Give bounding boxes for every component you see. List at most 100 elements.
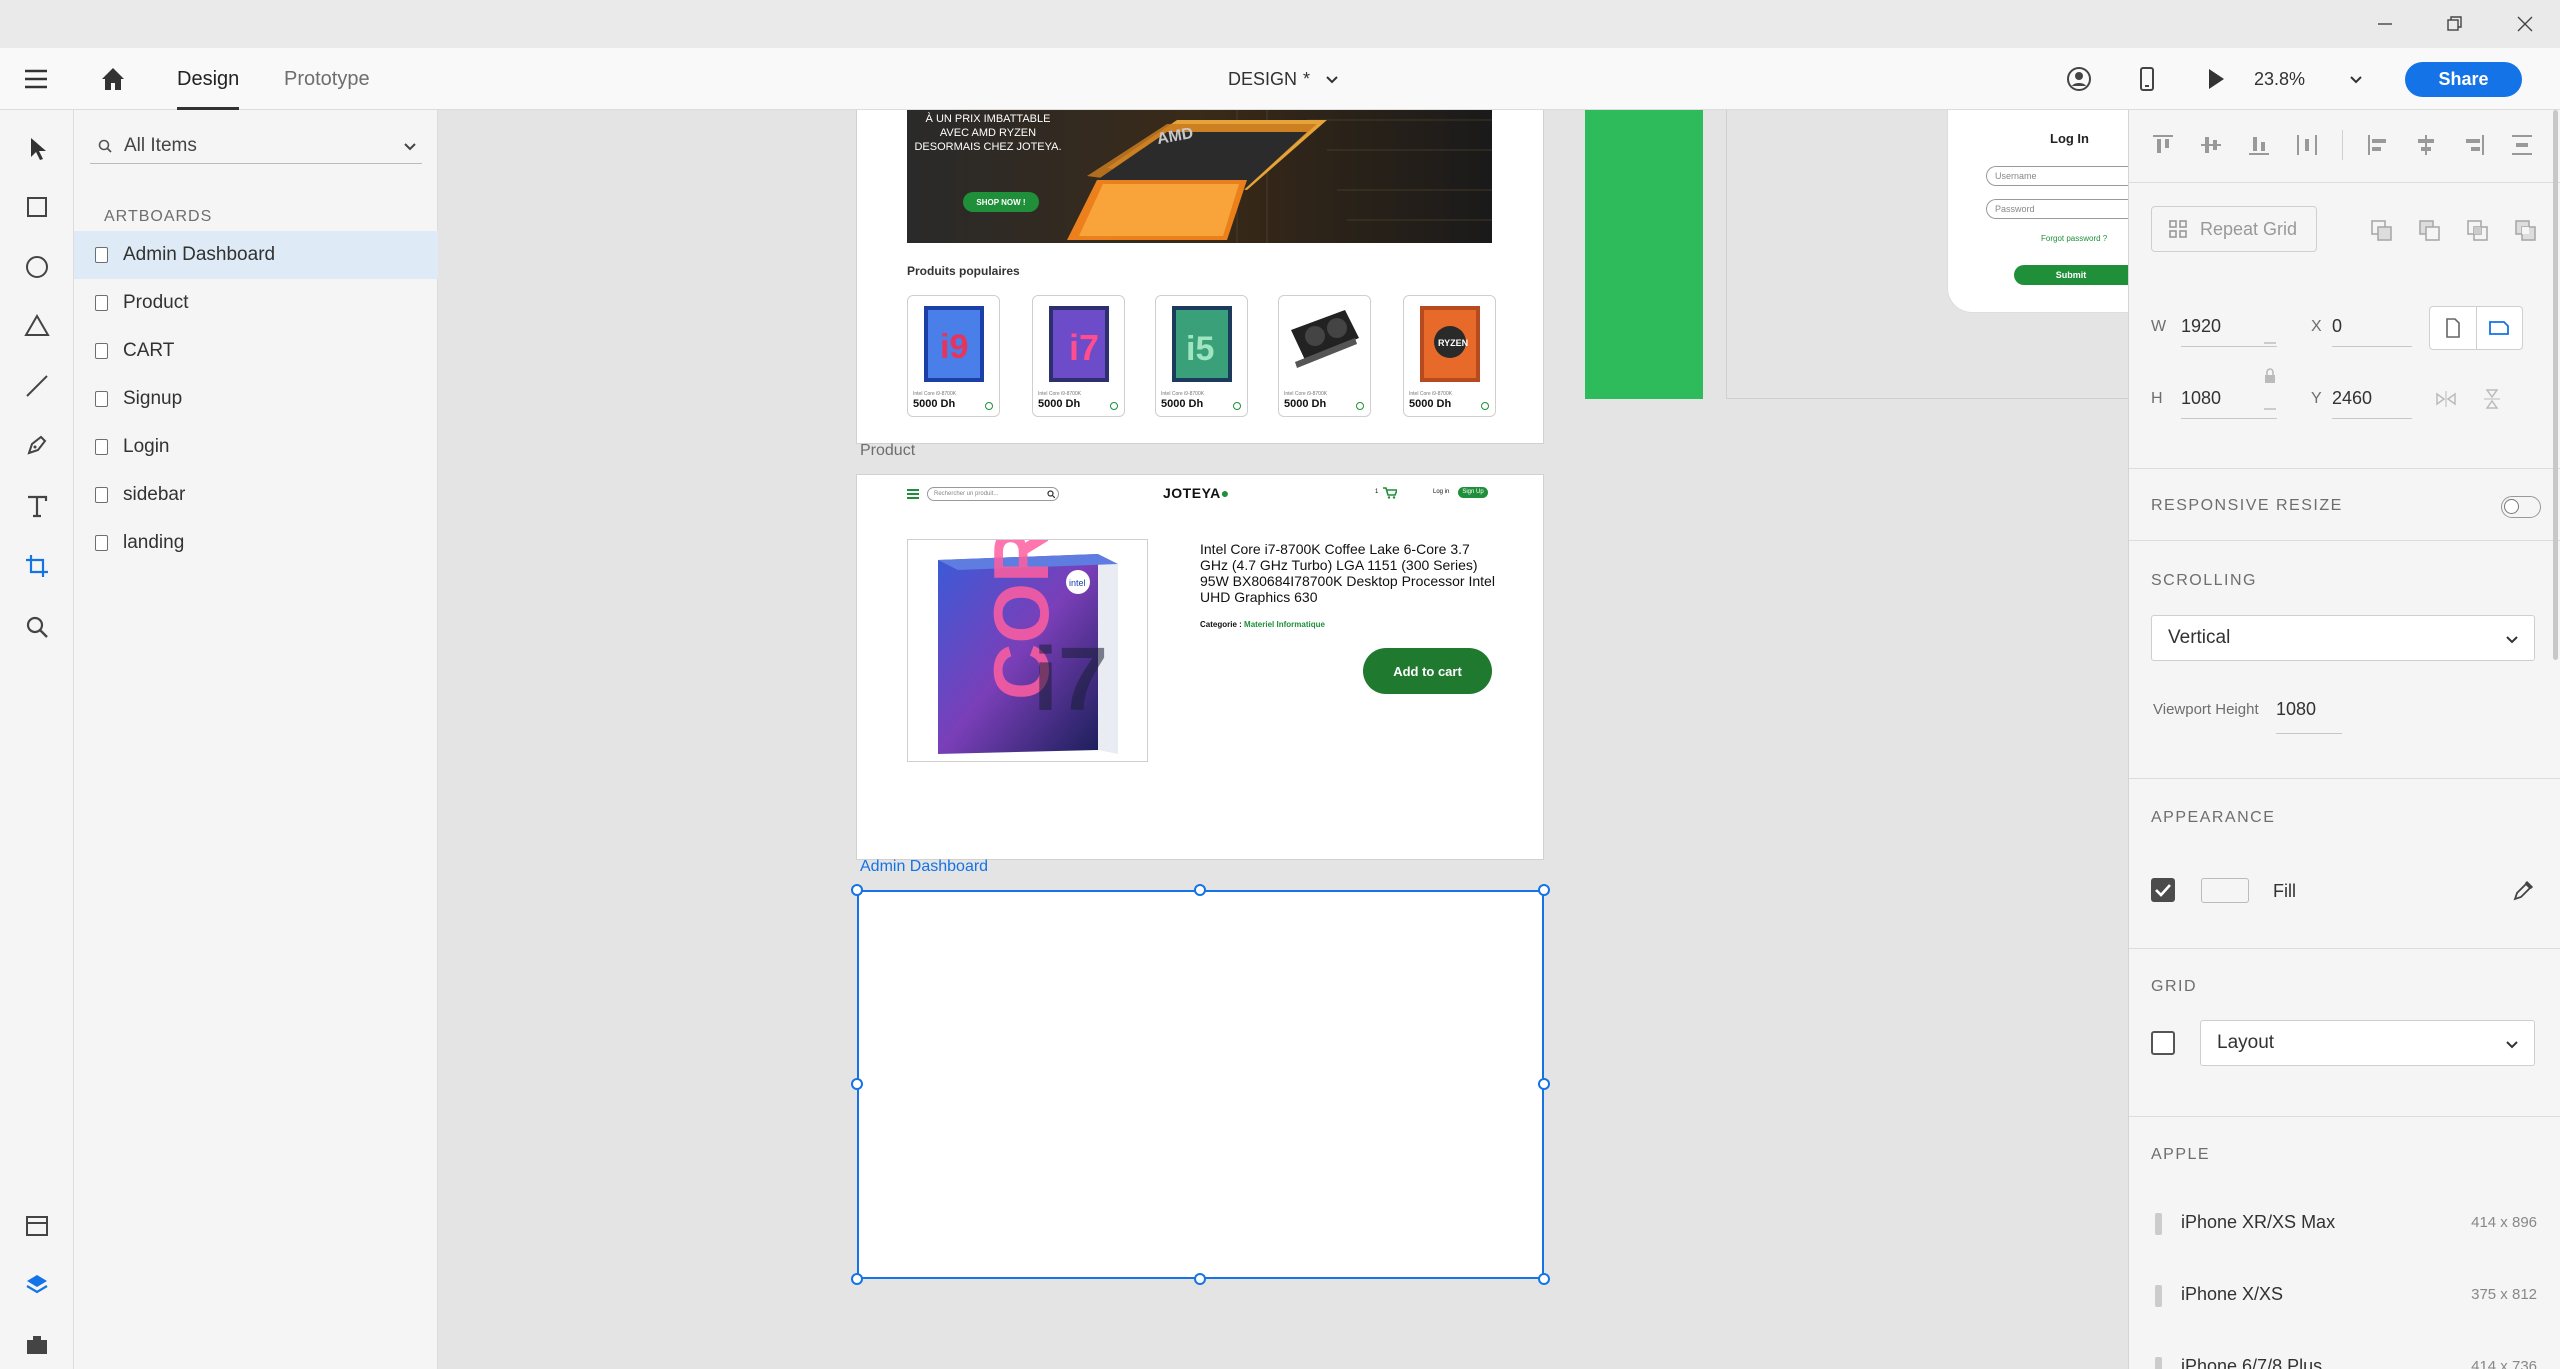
document-title-menu[interactable]: DESIGN * [1228, 48, 1340, 110]
share-button[interactable]: Share [2405, 62, 2522, 97]
orientation-toggle[interactable] [2429, 306, 2523, 350]
submit-button[interactable]: Submit [2014, 265, 2128, 285]
resize-handle-top-right[interactable] [1538, 884, 1550, 896]
home-icon[interactable] [98, 64, 128, 94]
boolean-add-icon[interactable] [2369, 218, 2395, 244]
add-icon[interactable] [1233, 402, 1241, 410]
fill-checkbox[interactable] [2151, 878, 2175, 902]
device-preview-icon[interactable] [2132, 64, 2162, 94]
device-preset-item[interactable]: iPhone X/XS 375 x 812 [2129, 1259, 2560, 1331]
fill-color-swatch[interactable] [2201, 878, 2249, 903]
product-card[interactable]: i5 Intel Core i9-8700K 5000 Dh [1155, 295, 1248, 417]
username-input[interactable]: Username [1986, 166, 2128, 186]
layer-item-landing[interactable]: landing [74, 519, 438, 567]
resize-handle-bottom-right[interactable] [1538, 1273, 1550, 1285]
layer-item-signup[interactable]: Signup [74, 375, 438, 423]
align-bottom-icon[interactable] [2246, 132, 2272, 158]
boolean-intersect-icon[interactable] [2465, 218, 2491, 244]
password-input[interactable]: Password [1986, 199, 2128, 219]
assets-panel-button[interactable] [17, 1206, 57, 1246]
text-tool[interactable] [17, 486, 57, 526]
artboard-product[interactable]: Rechercher un produit... JOTEYA● 1 Log i… [857, 475, 1543, 859]
artboard-admin-dashboard[interactable] [857, 890, 1544, 1279]
align-right-icon[interactable] [2461, 132, 2487, 158]
y-input[interactable]: 2460 [2332, 388, 2404, 409]
add-icon[interactable] [985, 402, 993, 410]
play-preview-icon[interactable] [2200, 64, 2230, 94]
product-card[interactable]: RYZEN Intel Core i9-8700K 5000 Dh [1403, 295, 1496, 417]
minimize-button[interactable] [2350, 0, 2420, 48]
resize-handle-left[interactable] [851, 1078, 863, 1090]
rectangle-tool[interactable] [17, 187, 57, 227]
align-top-icon[interactable] [2150, 132, 2176, 158]
align-left-icon[interactable] [2365, 132, 2391, 158]
grid-type-dropdown[interactable]: Layout [2200, 1020, 2535, 1066]
flip-horizontal-icon[interactable] [2435, 390, 2457, 408]
product-card[interactable]: i9 Intel Core i9-8700K 5000 Dh [907, 295, 1000, 417]
resize-handle-top[interactable] [1194, 884, 1206, 896]
pen-tool[interactable] [17, 425, 57, 465]
ellipse-tool[interactable] [17, 247, 57, 287]
line-tool[interactable] [17, 366, 57, 406]
layer-item-cart[interactable]: CART [74, 327, 438, 375]
invite-user-icon[interactable] [2064, 64, 2094, 94]
width-input[interactable]: 1920 [2181, 316, 2267, 337]
cart-icon[interactable] [1383, 487, 1397, 499]
signup-button[interactable]: Sign Up [1458, 487, 1488, 498]
artboard-tool[interactable] [17, 546, 57, 586]
portrait-icon[interactable] [2442, 317, 2464, 339]
align-center-icon[interactable] [2413, 132, 2439, 158]
menu-icon[interactable] [22, 67, 52, 91]
landscape-icon[interactable] [2488, 317, 2510, 339]
add-to-cart-button[interactable]: Add to cart [1363, 648, 1492, 694]
layers-panel-button[interactable] [17, 1265, 57, 1305]
add-icon[interactable] [1110, 402, 1118, 410]
category-value[interactable]: Materiel Informatique [1244, 620, 1325, 629]
login-card[interactable]: Log In Username Password Forgot password… [1948, 110, 2128, 312]
device-preset-item[interactable]: iPhone XR/XS Max 414 x 896 [2129, 1187, 2560, 1259]
zoom-tool[interactable] [17, 607, 57, 647]
shop-now-button[interactable]: SHOP NOW ! [963, 192, 1039, 212]
artboard-label-product[interactable]: Product [860, 442, 915, 460]
artboard-sidebar[interactable] [1585, 110, 1703, 399]
responsive-resize-toggle[interactable] [2501, 496, 2541, 518]
eyedropper-icon[interactable] [2511, 879, 2535, 903]
login-link[interactable]: Log in [1433, 489, 1449, 495]
resize-handle-bottom-left[interactable] [851, 1273, 863, 1285]
restore-button[interactable] [2420, 0, 2490, 48]
design-canvas[interactable]: AMD À UN PRIX IMBATTABLE AVEC AMD RYZEN … [438, 110, 2128, 1369]
grid-checkbox[interactable] [2151, 1031, 2175, 1055]
layer-item-sidebar[interactable]: sidebar [74, 471, 438, 519]
viewport-height-input[interactable]: 1080 [2276, 699, 2336, 720]
tab-design[interactable]: Design [177, 48, 240, 110]
tab-prototype[interactable]: Prototype [284, 48, 370, 110]
artboard-label-admin-dashboard[interactable]: Admin Dashboard [860, 858, 988, 876]
repeat-grid-button[interactable]: Repeat Grid [2151, 206, 2317, 252]
layer-item-product[interactable]: Product [74, 279, 438, 327]
zoom-dropdown[interactable]: 23.8% [2254, 64, 2364, 94]
menu-icon[interactable] [907, 489, 919, 499]
polygon-tool[interactable] [17, 306, 57, 346]
device-preset-item[interactable]: iPhone 6/7/8 Plus 414 x 736 [2129, 1331, 2560, 1369]
lock-aspect-icon[interactable] [2262, 368, 2278, 384]
inspector-scrollbar[interactable] [2553, 110, 2558, 660]
boolean-exclude-icon[interactable] [2513, 218, 2539, 244]
scrolling-dropdown[interactable]: Vertical [2151, 615, 2535, 661]
height-input[interactable]: 1080 [2181, 388, 2267, 409]
artboard-landing[interactable]: AMD À UN PRIX IMBATTABLE AVEC AMD RYZEN … [857, 110, 1543, 443]
select-tool[interactable] [17, 128, 57, 168]
product-card[interactable]: i7 Intel Core i9-8700K 5000 Dh [1032, 295, 1125, 417]
x-input[interactable]: 0 [2332, 316, 2404, 337]
boolean-subtract-icon[interactable] [2417, 218, 2443, 244]
layers-filter[interactable]: All Items [90, 128, 422, 164]
close-window-button[interactable] [2490, 0, 2560, 48]
forgot-password-link[interactable]: Forgot password ? [2041, 234, 2107, 243]
distribute-vertical-icon[interactable] [2294, 132, 2320, 158]
plugins-panel-button[interactable] [17, 1324, 57, 1364]
resize-handle-right[interactable] [1538, 1078, 1550, 1090]
resize-handle-bottom[interactable] [1194, 1273, 1206, 1285]
distribute-horizontal-icon[interactable] [2509, 132, 2535, 158]
add-icon[interactable] [1356, 402, 1364, 410]
flip-vertical-icon[interactable] [2483, 388, 2501, 410]
add-icon[interactable] [1481, 402, 1489, 410]
